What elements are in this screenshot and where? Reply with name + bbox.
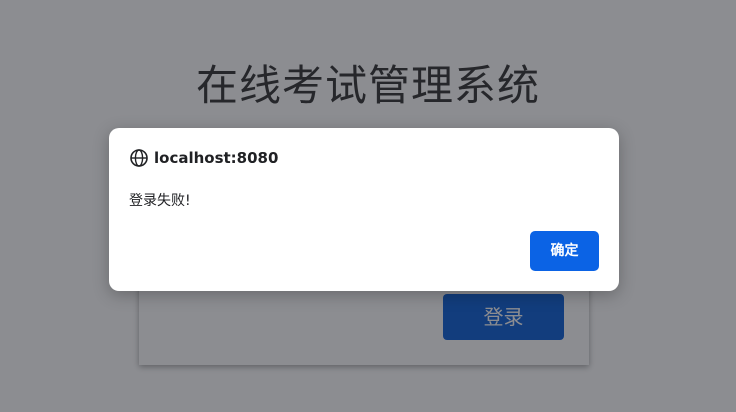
ok-button[interactable]: 确定 <box>530 231 599 271</box>
globe-icon <box>129 148 149 168</box>
dialog-origin: localhost:8080 <box>154 149 279 167</box>
dialog-message: 登录失败! <box>129 193 191 209</box>
dialog-header: localhost:8080 <box>129 148 278 168</box>
alert-dialog: localhost:8080 登录失败! 确定 <box>109 128 619 291</box>
page: 在线考试管理系统 登录 localhost:8080 登录失败! 确定 <box>0 0 736 412</box>
